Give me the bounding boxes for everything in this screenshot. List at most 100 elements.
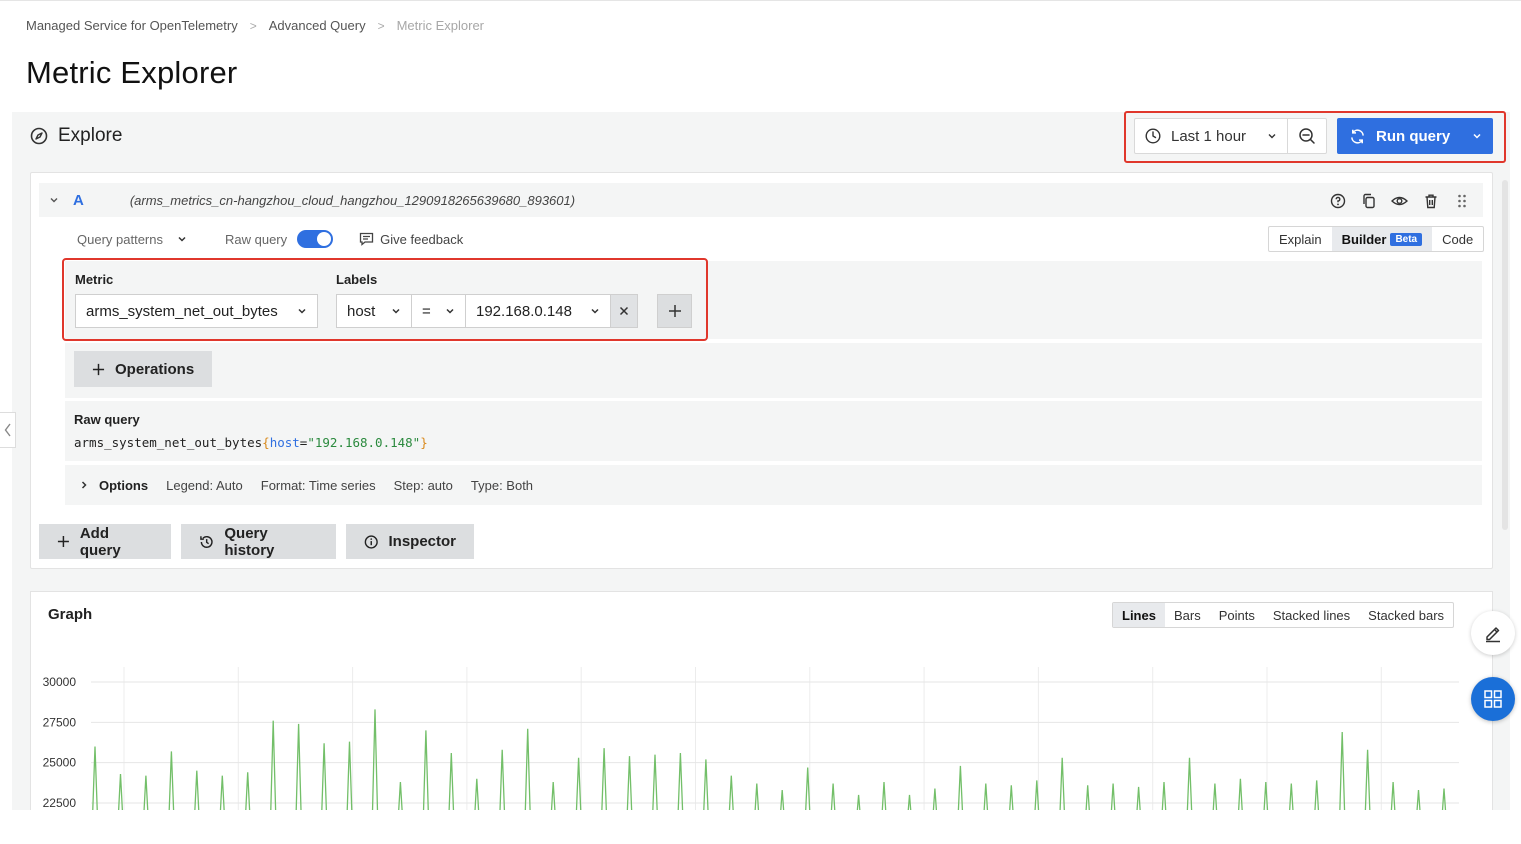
raw-query-metric: arms_system_net_out_bytes <box>74 435 263 450</box>
floating-edit-button[interactable] <box>1471 611 1515 655</box>
help-icon[interactable] <box>1328 191 1347 210</box>
give-feedback-label: Give feedback <box>380 231 464 247</box>
trash-icon[interactable] <box>1421 191 1440 210</box>
query-mode-switch: Explain Builder Beta Code <box>1268 226 1485 252</box>
remove-label-button[interactable] <box>610 294 638 328</box>
close-icon <box>619 306 629 316</box>
copy-icon[interactable] <box>1359 191 1378 210</box>
options-title: Options <box>99 477 149 493</box>
graph-chart: 30000 27500 25000 22500 <box>43 667 1459 832</box>
run-query-label: Run query <box>1376 127 1451 145</box>
run-query-button: Run query <box>1337 118 1493 154</box>
history-icon <box>200 535 213 548</box>
label-key-select[interactable]: host <box>336 294 412 328</box>
mode-builder-label: Builder <box>1341 231 1387 247</box>
query-header-actions <box>1328 191 1471 210</box>
query-history-button[interactable]: Query history <box>181 524 336 559</box>
zoom-out-icon <box>1299 128 1315 144</box>
metric-select[interactable]: arms_system_net_out_bytes <box>75 294 318 328</box>
options-step: Step: auto <box>393 477 453 493</box>
explore-title: Explore <box>58 125 123 146</box>
raw-query-label-value: "192.168.0.148" <box>307 435 421 450</box>
plus-icon <box>668 305 681 317</box>
chevron-down-icon <box>1473 133 1481 139</box>
top-divider <box>0 0 1521 1</box>
add-label-button[interactable] <box>657 294 692 328</box>
grid-icon <box>1484 690 1502 708</box>
operations-row: Operations <box>65 343 1482 398</box>
labels-label: Labels <box>336 272 378 287</box>
query-patterns-label: Query patterns <box>77 231 163 247</box>
explore-panel: Explore Last 1 hour Run query A (arms_me… <box>12 111 1510 832</box>
mode-builder[interactable]: Builder Beta <box>1331 227 1433 251</box>
query-header: A (arms_metrics_cn-hangzhou_cloud_hangzh… <box>39 183 1483 217</box>
plus-icon <box>57 536 69 547</box>
raw-query-toggle[interactable] <box>297 230 334 248</box>
raw-query-brace-close: } <box>420 435 428 450</box>
label-operator-select[interactable]: = <box>411 294 466 328</box>
breadcrumb-item-advanced-query[interactable]: Advanced Query <box>269 18 366 33</box>
operations-button[interactable]: Operations <box>74 351 212 387</box>
add-query-label: Add query <box>79 524 121 559</box>
inspector-label: Inspector <box>388 533 456 550</box>
raw-query-label-key: host <box>269 435 300 450</box>
chevron-left-icon <box>4 423 11 437</box>
query-actions: Add query Query history Inspector <box>39 524 474 559</box>
explore-header: Explore <box>30 125 122 147</box>
raw-query-code: arms_system_net_out_bytes{host="192.168.… <box>74 435 428 450</box>
run-query-dropdown[interactable] <box>1461 118 1493 154</box>
raw-query-toggle-label: Raw query <box>225 231 288 247</box>
floating-apps-button[interactable] <box>1471 677 1515 721</box>
query-options-row: Query patterns Raw query Give feedback <box>77 230 463 248</box>
query-datasource: (arms_metrics_cn-hangzhou_cloud_hangzhou… <box>129 192 576 208</box>
label-value-select[interactable]: 192.168.0.148 <box>465 294 611 328</box>
eye-icon[interactable] <box>1390 191 1409 210</box>
mode-code[interactable]: Code <box>1432 227 1483 251</box>
sidebar-collapse-tab[interactable] <box>0 412 16 448</box>
raw-query-title: Raw query <box>74 412 140 427</box>
label-key-value: host <box>347 302 376 320</box>
refresh-icon <box>1351 128 1364 144</box>
raw-query-toggle-group: Raw query <box>225 230 334 248</box>
query-patterns-dropdown[interactable]: Query patterns <box>77 232 187 247</box>
run-query-main[interactable]: Run query <box>1337 118 1461 154</box>
plus-icon <box>92 363 105 375</box>
time-range-button[interactable]: Last 1 hour <box>1135 119 1288 153</box>
info-icon <box>364 534 378 549</box>
graph-card: Graph Lines Bars Points Stacked lines St… <box>30 591 1493 832</box>
chevron-down-icon <box>591 308 599 314</box>
mode-explain[interactable]: Explain <box>1269 227 1332 251</box>
options-row[interactable]: Options Legend: Auto Format: Time series… <box>65 465 1482 505</box>
metric-value: arms_system_net_out_bytes <box>86 302 278 320</box>
inspector-button[interactable]: Inspector <box>346 524 474 559</box>
scrollbar[interactable] <box>1502 180 1508 530</box>
zoom-out-button[interactable] <box>1288 119 1326 153</box>
edit-icon <box>1486 627 1500 643</box>
drag-handle-icon[interactable] <box>1452 191 1471 210</box>
time-range-picker: Last 1 hour <box>1134 118 1327 154</box>
compass-icon <box>30 127 48 145</box>
page-title: Metric Explorer <box>26 55 238 90</box>
chevron-down-icon <box>178 236 186 242</box>
y-tick-label: 25000 <box>43 756 77 770</box>
chevron-down-icon <box>392 308 400 314</box>
label-value-value: 192.168.0.148 <box>476 302 572 320</box>
breadcrumb: Managed Service for OpenTelemetry > Adva… <box>26 18 484 33</box>
y-tick-label: 27500 <box>43 715 77 729</box>
label-operator-value: = <box>422 302 431 320</box>
operations-label: Operations <box>115 360 195 378</box>
chevron-down-icon <box>446 308 454 314</box>
breadcrumb-item-opentelemetry[interactable]: Managed Service for OpenTelemetry <box>26 18 238 33</box>
raw-query-brace-open: { <box>262 435 270 450</box>
chevron-down-icon <box>298 308 306 314</box>
time-range-label: Last 1 hour <box>1171 127 1247 145</box>
add-query-button[interactable]: Add query <box>39 524 171 559</box>
chevron-right-icon <box>81 481 87 489</box>
query-letter[interactable]: A <box>73 192 84 209</box>
collapse-chevron-icon[interactable] <box>49 195 59 205</box>
raw-query-section: Raw query arms_system_net_out_bytes{host… <box>65 401 1482 461</box>
metric-label: Metric <box>75 272 114 287</box>
beta-badge: Beta <box>1390 232 1423 246</box>
give-feedback-link[interactable]: Give feedback <box>359 232 463 247</box>
y-tick-label: 22500 <box>43 796 77 810</box>
